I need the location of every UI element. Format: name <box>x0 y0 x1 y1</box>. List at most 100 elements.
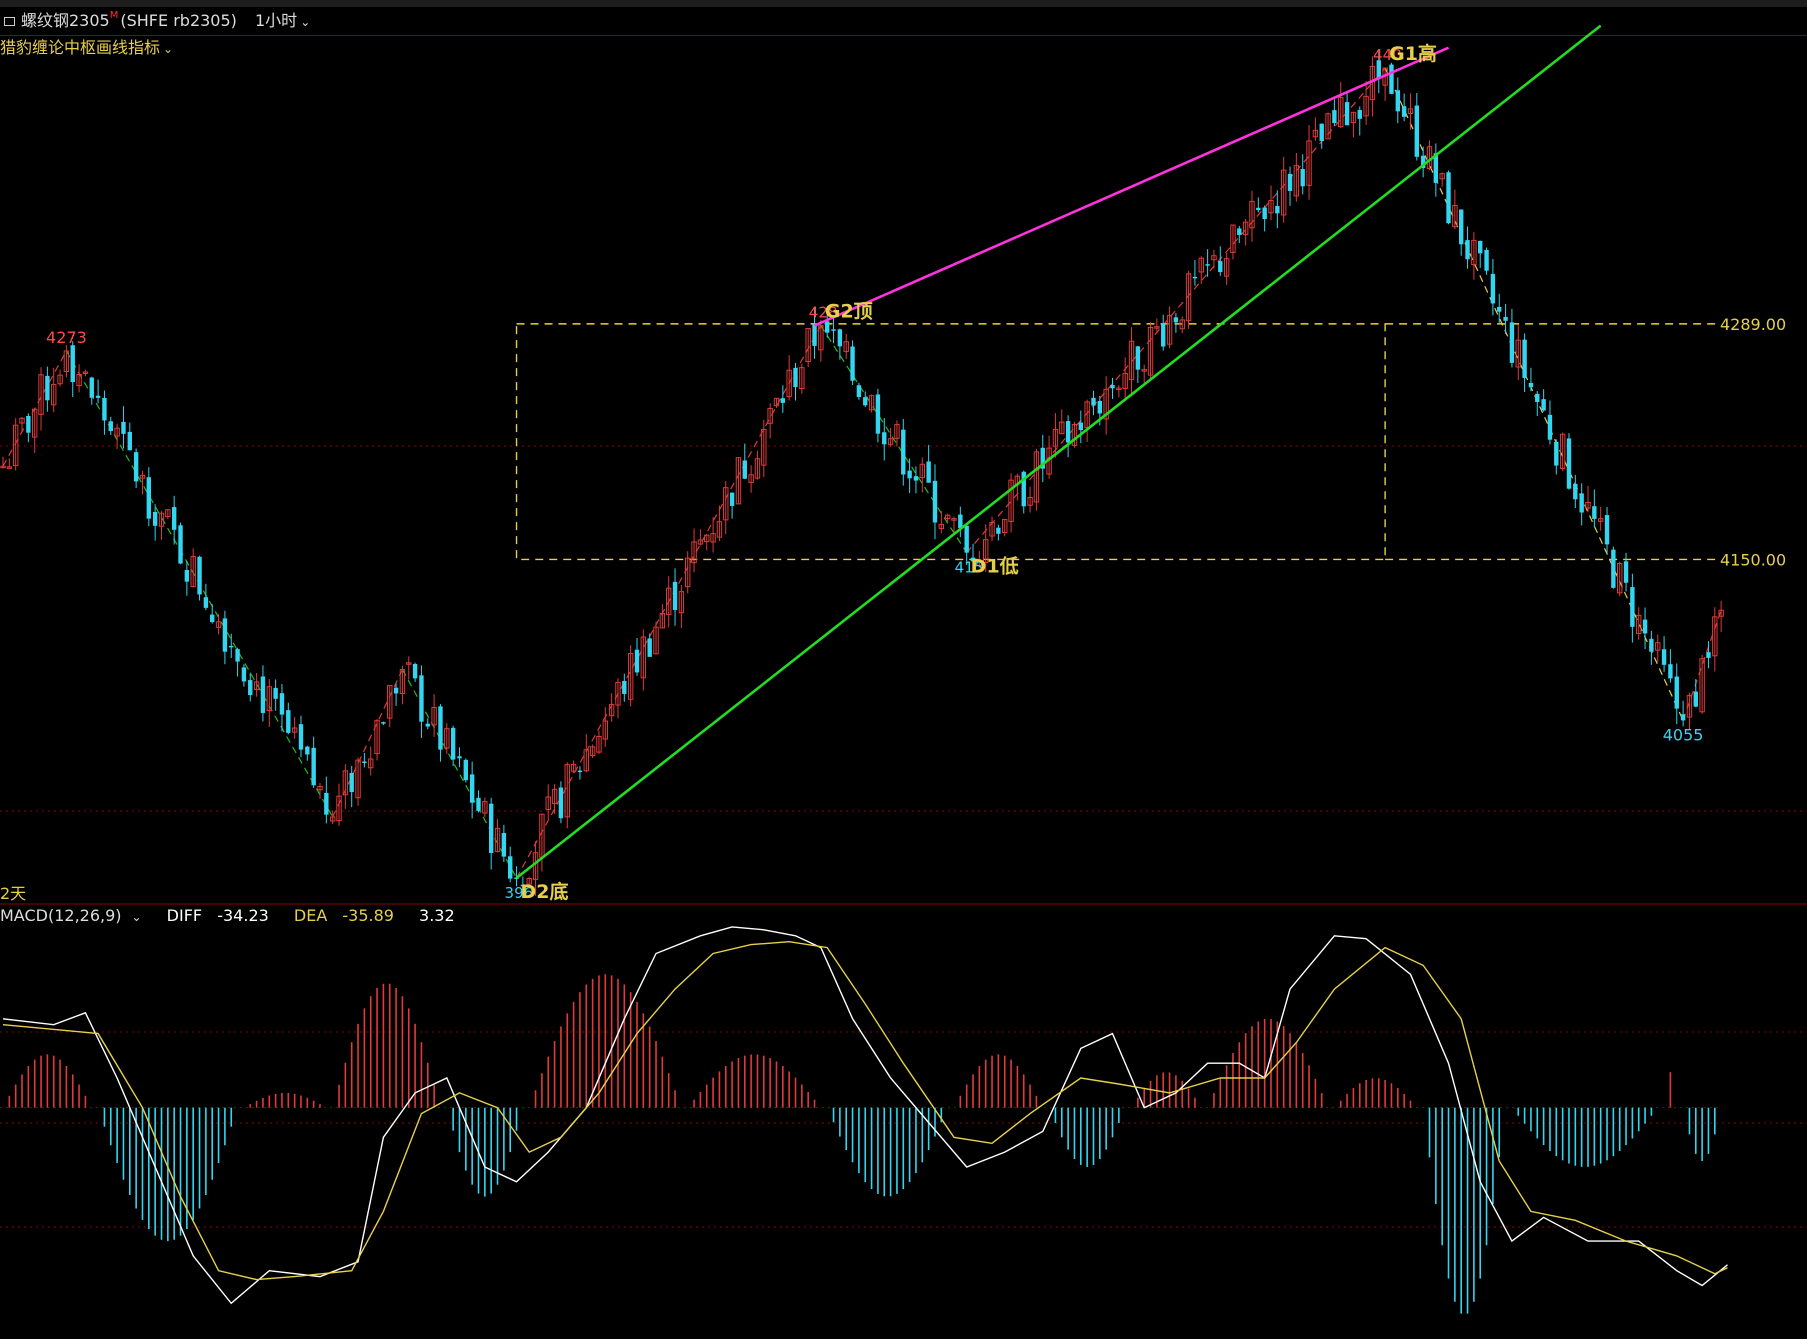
candle-body <box>996 527 1001 534</box>
candle-body <box>1401 106 1407 117</box>
candle-body <box>381 722 386 724</box>
pivot-price-label: 4273 <box>46 328 87 347</box>
candle-body <box>1503 317 1508 321</box>
zigzag-segment <box>820 325 968 553</box>
candle-body <box>412 663 418 679</box>
candle-body <box>1579 493 1584 513</box>
candle-body <box>222 618 228 652</box>
candle-body <box>1490 273 1496 304</box>
macd-value: 3.32 <box>419 906 455 925</box>
candle-body <box>95 395 101 398</box>
candle-body <box>622 680 627 694</box>
candle-body <box>1395 90 1400 112</box>
candle-body <box>1693 691 1698 707</box>
candle-body <box>469 774 475 803</box>
candle-body <box>279 693 285 715</box>
macd-indicator-selector[interactable]: MACD(12,26,9) ⌄ <box>0 906 152 925</box>
candle-body <box>260 676 266 713</box>
pivot-price-label: 4055 <box>1663 725 1704 744</box>
candle-body <box>863 397 868 406</box>
candle-body <box>1332 110 1337 124</box>
candle-body <box>837 329 843 347</box>
candle-body <box>438 706 443 750</box>
candle-body <box>1256 207 1261 211</box>
candle-body <box>729 492 735 506</box>
candle-body <box>311 747 316 786</box>
candle-body <box>108 421 113 431</box>
candle-body <box>152 511 158 526</box>
candle-body <box>926 461 931 483</box>
candle-body <box>964 525 969 553</box>
price-level-label: 4289.00 <box>1720 315 1786 334</box>
candle-body <box>146 477 152 519</box>
candle-body <box>508 856 513 879</box>
candle-body <box>488 803 494 853</box>
candle-body <box>812 324 817 346</box>
candle-body <box>856 385 862 398</box>
price-level-label: 4150.00 <box>1720 550 1786 569</box>
trend-lines <box>515 24 1602 880</box>
days-label: 2天 <box>0 884 27 903</box>
candle-body <box>1573 483 1578 500</box>
candle-body <box>476 797 481 811</box>
candle-body <box>647 638 652 657</box>
candle-body <box>1287 173 1293 191</box>
pivot-zone-box <box>515 323 1386 561</box>
candle-body <box>1446 172 1451 224</box>
candle-body <box>1262 207 1267 219</box>
stroke-zigzag <box>2 67 1722 879</box>
candle-body <box>349 772 354 793</box>
candle-body <box>457 756 462 759</box>
candle-body <box>324 792 329 815</box>
candle-body <box>425 723 430 727</box>
candle-body <box>229 645 234 648</box>
candle-body <box>89 377 94 398</box>
macd-name: MACD(12,26,9) <box>0 906 122 925</box>
candle-body <box>1078 422 1083 431</box>
candle-body <box>393 687 399 694</box>
candle-body <box>558 787 564 819</box>
candle-body <box>197 556 202 595</box>
candle-body <box>1566 438 1572 489</box>
candle-body <box>1522 339 1527 378</box>
candle-body <box>1218 261 1223 273</box>
support-trendline <box>515 24 1602 880</box>
candle-body <box>298 724 304 750</box>
candle-body <box>793 367 798 388</box>
candle-body <box>634 649 640 673</box>
candle-body <box>102 397 107 421</box>
candle-body <box>419 675 424 722</box>
candle-body <box>1300 168 1305 187</box>
candle-body <box>203 597 209 608</box>
candle-body <box>1357 110 1362 119</box>
candle-body <box>1630 587 1635 627</box>
candle-body <box>1459 209 1464 245</box>
candle-body <box>305 746 310 755</box>
candle-body <box>26 415 31 433</box>
candlesticks <box>0 50 1724 896</box>
pivot-tag-label: D1低 <box>971 555 1019 578</box>
candle-body <box>1161 323 1166 347</box>
candle-body <box>210 614 215 623</box>
candle-body <box>127 431 132 451</box>
candle-body <box>273 687 278 699</box>
candle-body <box>831 329 836 331</box>
candle-body <box>1611 549 1616 588</box>
candle-body <box>1554 441 1559 466</box>
candle-body <box>1623 561 1629 583</box>
dea-readout: DEA -35.89 <box>293 906 394 925</box>
candle-body <box>1484 249 1489 271</box>
candle-body <box>1547 414 1553 440</box>
candle-body <box>362 761 367 763</box>
candle-body <box>672 581 678 611</box>
candle-body <box>248 680 253 696</box>
candle-body <box>463 759 469 781</box>
candle-body <box>1275 205 1280 214</box>
candle-body <box>501 832 507 857</box>
candle-body <box>780 398 786 403</box>
chevron-down-icon: ⌄ <box>131 910 142 924</box>
candle-body <box>184 570 190 582</box>
candle-body <box>1205 264 1210 266</box>
price-chart[interactable]: 4289.004150.004273428G2顶415D1低396D2底440G… <box>0 0 1807 1339</box>
candle-body <box>1091 397 1096 406</box>
